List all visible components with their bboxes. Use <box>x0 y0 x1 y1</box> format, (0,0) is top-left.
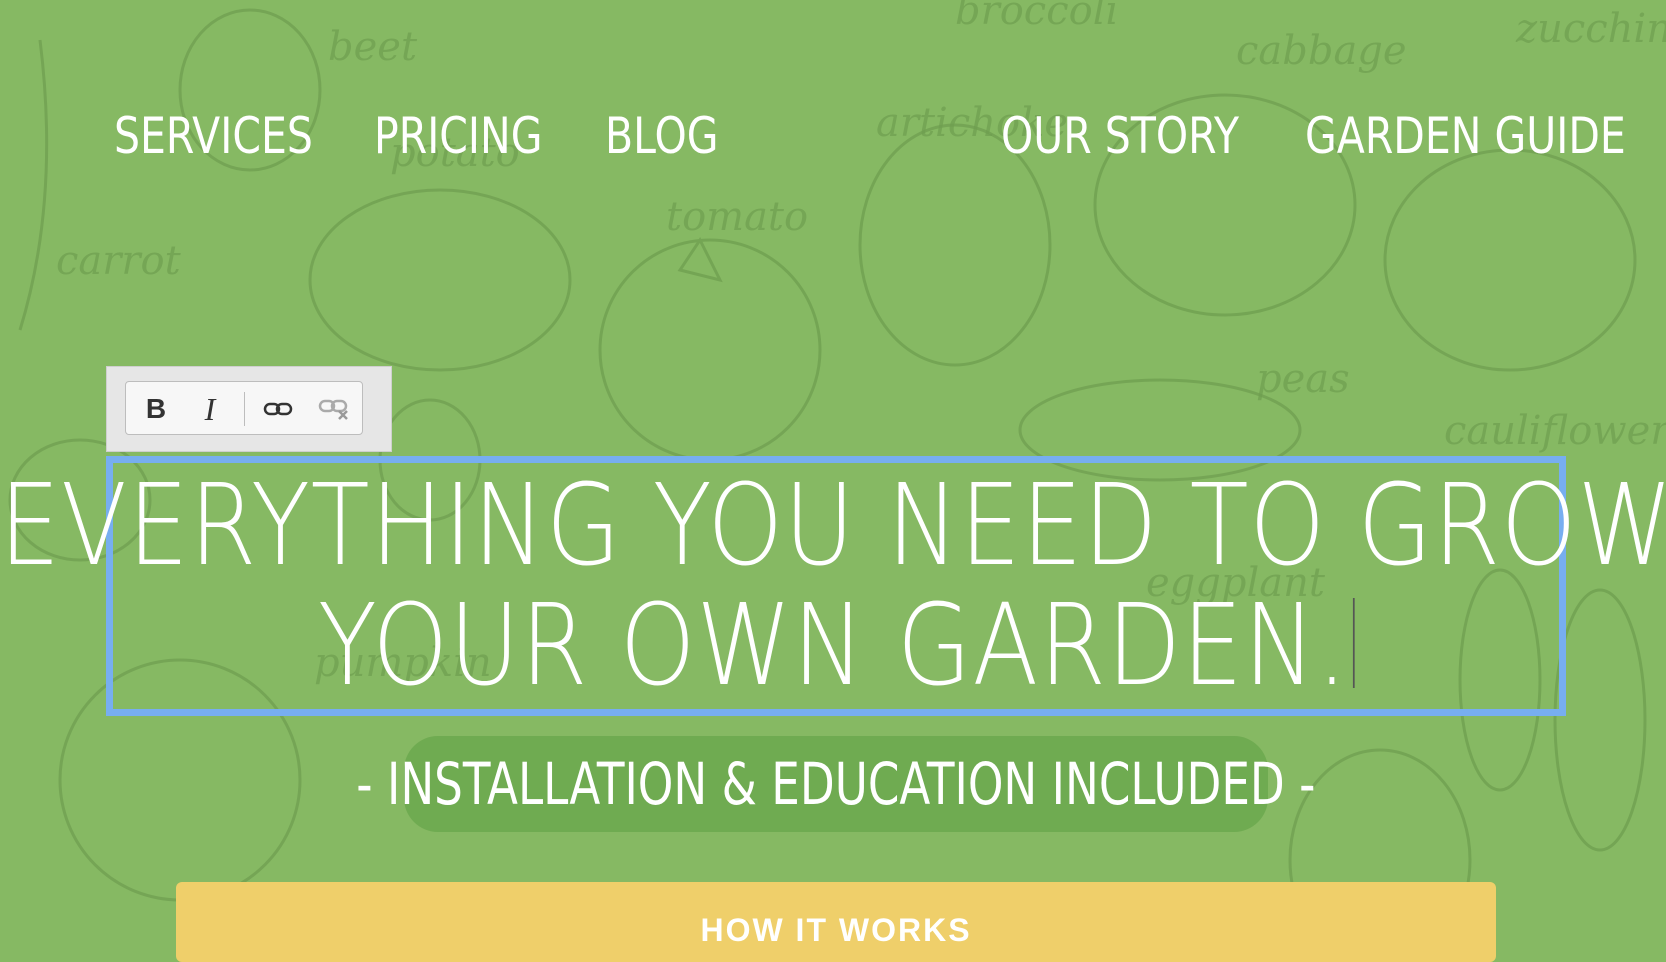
editor-toolbar-group: B I <box>125 381 363 435</box>
headline-line-2: your own garden. <box>317 581 1348 711</box>
nav-item-services[interactable]: Services <box>114 108 313 164</box>
hero-headline[interactable]: Everything you need to grow your own gar… <box>0 466 1666 706</box>
link-button[interactable] <box>256 388 300 430</box>
toolbar-divider <box>244 392 245 426</box>
subtitle-banner: - Installation & Education Included - <box>356 736 1316 832</box>
italic-button[interactable]: I <box>188 388 232 430</box>
unlink-button[interactable] <box>312 388 356 430</box>
bold-icon: B <box>145 393 167 424</box>
bold-button[interactable]: B <box>134 388 178 430</box>
italic-icon: I <box>204 390 216 427</box>
link-icon <box>263 402 293 416</box>
nav-item-garden-guide[interactable]: Garden Guide <box>1305 108 1626 164</box>
headline-line-1: Everything you need to grow <box>0 461 1666 591</box>
editor-toolbar: B I <box>106 366 392 452</box>
nav-item-pricing[interactable]: Pricing <box>374 108 542 164</box>
how-it-works-button[interactable]: HOW IT WORKS <box>176 882 1496 962</box>
hero-subtitle: - Installation & Education Included - <box>356 750 1316 818</box>
nav-item-our-story[interactable]: Our Story <box>1001 108 1239 164</box>
nav-item-blog[interactable]: Blog <box>605 108 719 164</box>
unlink-icon <box>318 399 348 420</box>
editable-headline[interactable]: Everything you need to grow your own gar… <box>0 456 1666 716</box>
how-it-works-label: HOW IT WORKS <box>700 912 972 948</box>
text-caret <box>1352 598 1355 688</box>
